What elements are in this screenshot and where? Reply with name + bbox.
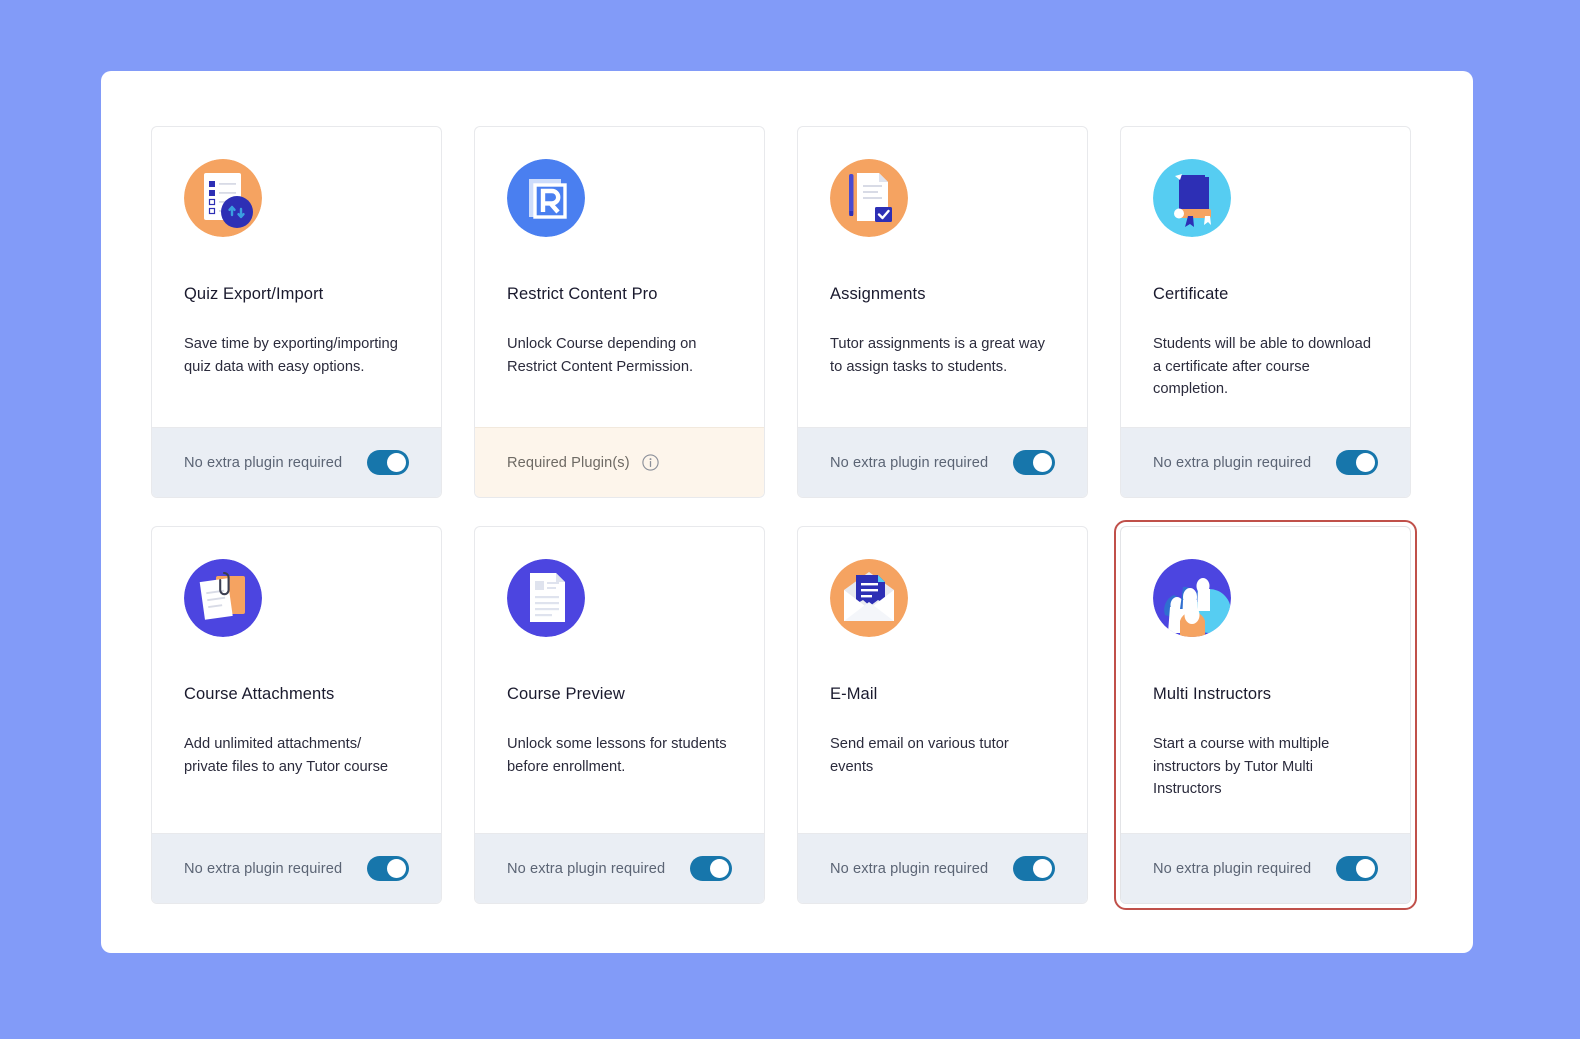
card-footer: No extra plugin required (1121, 427, 1410, 497)
addon-toggle[interactable] (1336, 856, 1378, 881)
card-description: Send email on various tutor events (830, 735, 1009, 775)
card-footer: No extra plugin required (152, 427, 441, 497)
footer-label: Required Plugin(s) (507, 454, 630, 471)
card-body: E-Mail Send email on various tutor event… (798, 527, 1087, 833)
card-title: Quiz Export/Import (184, 285, 324, 303)
card-footer: No extra plugin required (475, 833, 764, 903)
footer-label: No extra plugin required (184, 454, 343, 471)
card-description: Tutor assignments is a great way to assi… (830, 335, 1045, 375)
addon-card-grid: Quiz Export/Import Save time by exportin… (151, 126, 1423, 910)
addon-card-multi-instructors[interactable]: Multi Instructors Start a course with mu… (1114, 520, 1417, 910)
card-title: Restrict Content Pro (507, 285, 658, 303)
card-title: Multi Instructors (1153, 685, 1272, 703)
card-body: Course Attachments Add unlimited attachm… (152, 527, 441, 833)
card-footer: Required Plugin(s) (475, 427, 764, 497)
card-title: Course Attachments (184, 685, 335, 703)
card-footer: No extra plugin required (152, 833, 441, 903)
card-title: Certificate (1153, 285, 1229, 303)
card-body: Course Preview Unlock some lessons for s… (475, 527, 764, 833)
card-description: Unlock Course depending on Restrict Cont… (507, 335, 697, 375)
card-description: Unlock some lessons for students before … (507, 735, 727, 775)
card-title: E-Mail (830, 685, 878, 703)
footer-label: No extra plugin required (830, 454, 989, 471)
card-body: Certificate Students will be able to dow… (1121, 127, 1410, 427)
card-body: Assignments Tutor assignments is a great… (798, 127, 1087, 427)
addon-card-certificate[interactable]: Certificate Students will be able to dow… (1120, 126, 1411, 498)
toggle-knob (387, 453, 406, 472)
addon-card-course-attachments[interactable]: Course Attachments Add unlimited attachm… (151, 526, 442, 904)
footer-label: No extra plugin required (1153, 860, 1312, 877)
card-body: Restrict Content Pro Unlock Course depen… (475, 127, 764, 427)
footer-label: No extra plugin required (184, 860, 343, 877)
card-description: Add unlimited attachments/ private files… (184, 735, 389, 775)
toggle-knob (1356, 453, 1375, 472)
card-title: Course Preview (507, 685, 625, 703)
addon-toggle[interactable] (367, 450, 409, 475)
card-body: Quiz Export/Import Save time by exportin… (152, 127, 441, 427)
course-preview-icon (507, 559, 585, 637)
addon-toggle[interactable] (367, 856, 409, 881)
addon-toggle[interactable] (690, 856, 732, 881)
screen-root: Quiz Export/Import Save time by exportin… (0, 0, 1580, 1039)
toggle-knob (387, 859, 406, 878)
toggle-knob (1033, 859, 1052, 878)
footer-label: No extra plugin required (507, 860, 666, 877)
addon-card-quiz-export-import[interactable]: Quiz Export/Import Save time by exportin… (151, 126, 442, 498)
card-footer: No extra plugin required (798, 427, 1087, 497)
addon-card-assignments[interactable]: Assignments Tutor assignments is a great… (797, 126, 1088, 498)
card-footer: No extra plugin required (798, 833, 1087, 903)
info-icon[interactable] (641, 454, 659, 471)
card-description: Students will be able to download a cert… (1153, 335, 1372, 398)
footer-label: No extra plugin required (1153, 454, 1312, 471)
card-description: Start a course with multiple instructors… (1153, 735, 1330, 798)
card-footer: No extra plugin required (1121, 833, 1410, 903)
addon-card-restrict-content-pro[interactable]: Restrict Content Pro Unlock Course depen… (474, 126, 765, 498)
email-icon (830, 559, 908, 637)
addon-card-course-preview[interactable]: Course Preview Unlock some lessons for s… (474, 526, 765, 904)
course-attachments-icon (184, 559, 262, 637)
toggle-knob (1356, 859, 1375, 878)
addon-toggle[interactable] (1336, 450, 1378, 475)
certificate-icon (1153, 159, 1231, 237)
addon-toggle[interactable] (1013, 856, 1055, 881)
quiz-export-import-icon (184, 159, 262, 237)
restrict-content-pro-icon (507, 159, 585, 237)
assignments-icon (830, 159, 908, 237)
footer-label: No extra plugin required (830, 860, 989, 877)
addon-card-e-mail[interactable]: E-Mail Send email on various tutor event… (797, 526, 1088, 904)
toggle-knob (1033, 453, 1052, 472)
addons-panel: Quiz Export/Import Save time by exportin… (101, 71, 1473, 953)
multi-instructors-icon (1153, 559, 1231, 637)
card-body: Multi Instructors Start a course with mu… (1121, 527, 1410, 833)
toggle-knob (710, 859, 729, 878)
card-title: Assignments (830, 285, 926, 303)
card-description: Save time by exporting/importing quiz da… (184, 335, 398, 375)
addon-toggle[interactable] (1013, 450, 1055, 475)
